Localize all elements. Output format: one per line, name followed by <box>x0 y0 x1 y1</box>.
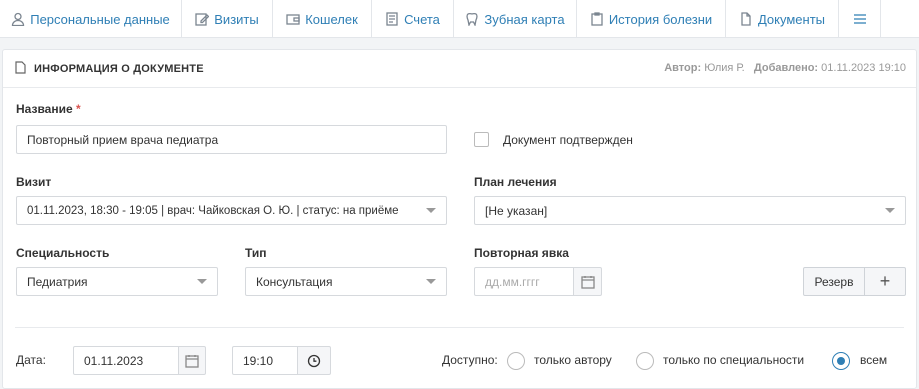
access-label: Доступно: <box>442 353 498 367</box>
document-icon <box>739 12 753 26</box>
date-input[interactable]: 01.11.2023 <box>73 346 179 375</box>
calendar-button[interactable] <box>573 267 602 296</box>
tab-dental-chart[interactable]: Зубная карта <box>454 0 577 38</box>
tab-visits[interactable]: Визиты <box>182 0 273 38</box>
confirmed-checkbox[interactable] <box>474 132 489 147</box>
chevron-down-icon <box>885 208 895 213</box>
user-icon <box>11 12 25 26</box>
radio-everyone-label: всем <box>860 353 888 367</box>
tab-label: Персональные данные <box>30 11 170 27</box>
card-header: ИНФОРМАЦИЯ О ДОКУМЕНТЕ Автор: Юлия Р. До… <box>3 50 916 88</box>
calendar-icon <box>580 275 595 289</box>
tooth-icon <box>465 12 479 26</box>
tab-label: Зубная карта <box>484 11 565 27</box>
calendar-icon <box>185 354 199 368</box>
add-button[interactable]: + <box>864 267 906 296</box>
radio-everyone[interactable] <box>832 352 850 370</box>
more-tabs-button[interactable] <box>839 0 881 38</box>
edit-icon <box>195 12 210 26</box>
calendar-button[interactable] <box>178 346 206 375</box>
hamburger-menu-icon <box>853 12 867 26</box>
card-meta: Автор: Юлия Р. Добавлено: 01.11.2023 19:… <box>664 62 906 74</box>
repeat-visit-label: Повторная явка <box>474 246 569 260</box>
type-select[interactable]: Консультация <box>245 267 447 296</box>
radio-specialty-only-label: только по специальности <box>663 353 805 367</box>
radio-author-only-label: только автору <box>534 353 612 367</box>
document-info-card: ИНФОРМАЦИЯ О ДОКУМЕНТЕ Автор: Юлия Р. До… <box>2 49 917 389</box>
tab-label: Визиты <box>214 11 259 27</box>
document-icon <box>15 61 26 77</box>
chevron-down-icon <box>197 279 207 284</box>
visit-label: Визит <box>16 175 52 189</box>
tab-documents[interactable]: Документы <box>726 0 839 38</box>
name-label: Название * <box>16 102 81 116</box>
tab-label: Кошелек <box>305 11 358 27</box>
divider <box>15 327 904 328</box>
wallet-icon <box>286 12 300 26</box>
radio-author-only[interactable] <box>507 352 525 370</box>
time-input[interactable]: 19:10 <box>232 346 298 375</box>
repeat-visit-date-input[interactable]: дд.мм.гггг <box>474 267 574 296</box>
tab-wallet[interactable]: Кошелек <box>273 0 372 38</box>
chevron-down-icon <box>426 208 436 213</box>
clipboard-icon <box>590 12 604 26</box>
tab-bar: Персональные данные Визиты Кошелек Счета… <box>0 0 919 38</box>
tab-label: История болезни <box>608 11 713 27</box>
plan-label: План лечения <box>474 175 557 189</box>
visit-select[interactable]: 01.11.2023, 18:30 - 19:05 | врач: Чайков… <box>16 196 447 225</box>
specialty-label: Специальность <box>16 246 110 260</box>
tab-label: Документы <box>757 11 825 27</box>
specialty-select[interactable]: Педиатрия <box>16 267 218 296</box>
tab-personal-data[interactable]: Персональные данные <box>0 0 182 38</box>
reserve-button[interactable]: Резерв <box>803 267 865 296</box>
clock-icon <box>307 354 321 367</box>
tab-invoices[interactable]: Счета <box>372 0 454 38</box>
tab-label: Счета <box>404 11 440 27</box>
tab-medical-history[interactable]: История болезни <box>577 0 726 38</box>
type-label: Тип <box>245 246 267 260</box>
plan-select[interactable]: [Не указан] <box>474 196 906 225</box>
time-picker-button[interactable] <box>297 346 331 375</box>
radio-specialty-only[interactable] <box>636 352 654 370</box>
name-input[interactable]: Повторный прием врача педиатра <box>16 125 447 154</box>
date-label: Дата: <box>16 353 46 367</box>
card-title: ИНФОРМАЦИЯ О ДОКУМЕНТЕ <box>15 61 204 77</box>
invoice-icon <box>385 12 399 26</box>
confirmed-label: Документ подтвержден <box>503 133 633 147</box>
chevron-down-icon <box>426 279 436 284</box>
